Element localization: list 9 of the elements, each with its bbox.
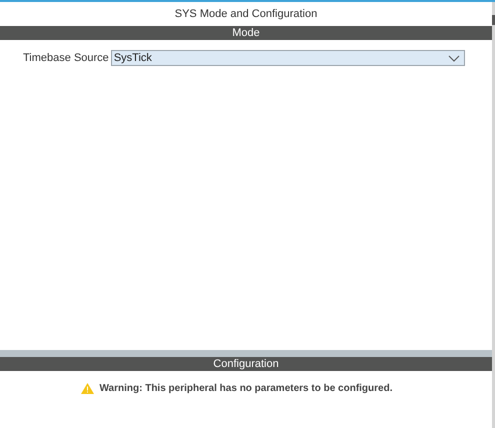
warning-icon [81,383,94,394]
scrollbar[interactable] [492,2,495,428]
warning-message: Warning: This peripheral has no parameters to be configured. [99,383,392,394]
dropdown-field[interactable]: SysTick [110,50,465,66]
section-header: Configuration [0,357,492,371]
chevron-down-icon [448,54,460,62]
panel-title: SYS Mode and Configuration [174,7,318,22]
field-label: Timebase Source [23,52,109,64]
section-header: Mode [0,26,492,40]
